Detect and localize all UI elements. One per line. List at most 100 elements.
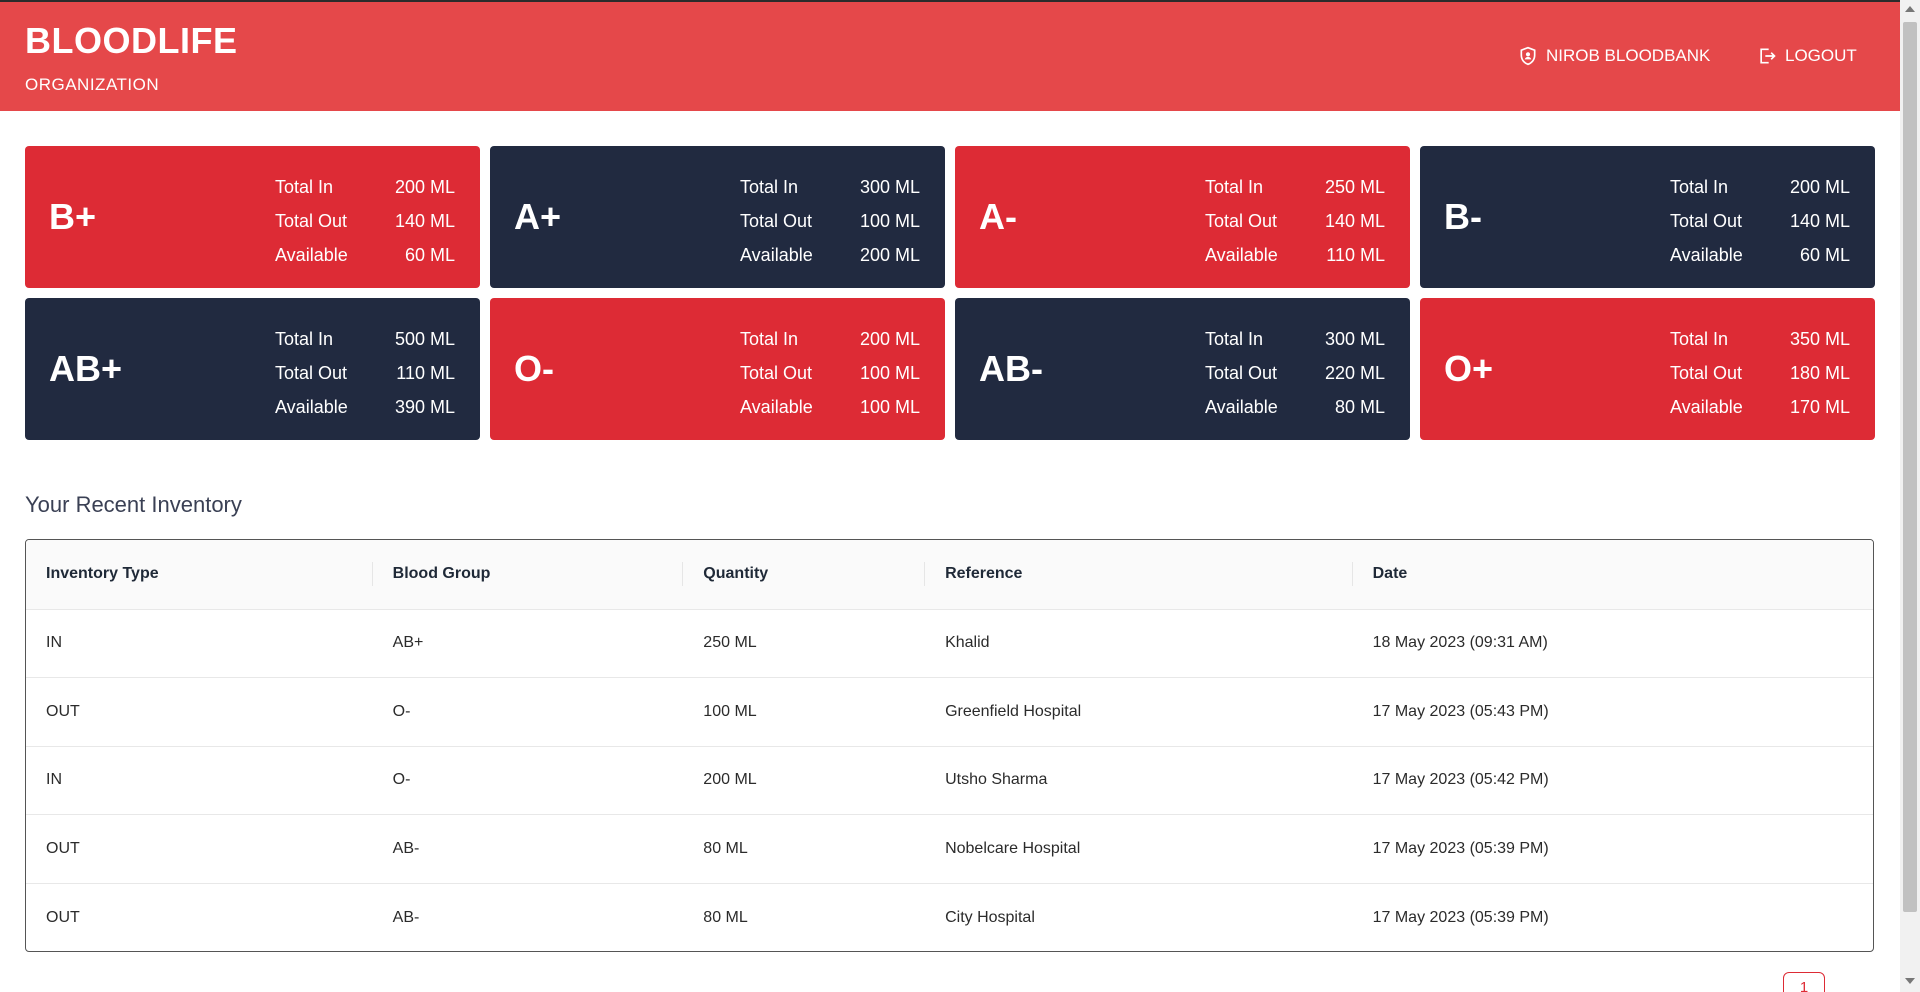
table-cell: City Hospital <box>945 908 1035 926</box>
stat-value: 300 ML <box>1324 329 1385 349</box>
stat-value: 100 ML <box>859 211 920 231</box>
card-stats: Total In 300 ML Total Out 100 ML Available 20… <box>740 170 920 272</box>
organization-name: NIROB BLOODBANK <box>1546 46 1711 65</box>
logout-label: LOGOUT <box>1785 46 1857 65</box>
table-cell: 80 ML <box>703 908 748 926</box>
blood-card: B- Total In 200 ML Total Out 140 ML Available… <box>1420 146 1875 288</box>
stat-value: 250 ML <box>1324 177 1385 197</box>
logout-icon <box>1760 48 1776 64</box>
card-stats: Total In 300 ML Total Out 220 ML Available 80… <box>1205 322 1385 424</box>
card-stats: Total In 200 ML Total Out 100 ML Available 10… <box>740 322 920 424</box>
table-cell: 17 May 2023 (05:43 PM) <box>1372 702 1549 720</box>
stat-value: 60 ML <box>1799 245 1850 265</box>
stat-label: Total Out <box>275 363 348 383</box>
table-cell: 80 ML <box>703 839 748 857</box>
table-cell: 17 May 2023 (05:39 PM) <box>1372 908 1549 926</box>
stat-total-in: Total In 500 ML <box>275 322 455 356</box>
stat-total-out: Total Out 140 ML <box>1205 204 1385 238</box>
stat-available: Available 80 ML <box>1205 390 1385 424</box>
stat-total-out: Total Out 140 ML <box>275 204 455 238</box>
organization-profile-link[interactable]: NIROB BLOODBANK <box>1518 46 1710 66</box>
stat-available: Available 60 ML <box>275 238 455 272</box>
stat-total-in: Total In 200 ML <box>1670 170 1850 204</box>
stat-value: 200 ML <box>1789 177 1850 197</box>
stat-available: Available 110 ML <box>1205 238 1385 272</box>
stat-value: 390 ML <box>394 397 455 417</box>
stat-label: Total Out <box>1670 363 1743 383</box>
scroll-thumb[interactable] <box>1903 22 1917 912</box>
stat-total-in: Total In 300 ML <box>740 170 920 204</box>
stat-label: Available <box>1205 397 1278 417</box>
card-stats: Total In 200 ML Total Out 140 ML Available 60… <box>275 170 455 272</box>
table-cell: OUT <box>46 702 80 720</box>
stat-value: 100 ML <box>859 363 920 383</box>
blood-card: B+ Total In 200 ML Total Out 140 ML Available… <box>25 146 480 288</box>
stat-value: 170 ML <box>1789 397 1850 417</box>
stat-value: 60 ML <box>404 245 455 265</box>
section-title: Your Recent Inventory <box>25 492 242 517</box>
table-cell: Greenfield Hospital <box>945 702 1082 720</box>
stat-label: Total In <box>1205 177 1264 197</box>
stat-available: Available 100 ML <box>740 390 920 424</box>
stat-label: Total In <box>1670 329 1729 349</box>
table-row: OUT AB- 80 ML City Hospital 17 May 2023 (05:… <box>26 883 1873 951</box>
shield-user-icon <box>1520 46 1536 66</box>
blood-group-label: B- <box>1444 196 1482 237</box>
scroll-down-arrow-icon[interactable] <box>1905 978 1915 984</box>
stat-total-in: Total In 350 ML <box>1670 322 1850 356</box>
column-header[interactable]: Date <box>1353 540 1873 609</box>
card-stats: Total In 250 ML Total Out 140 ML Available 11… <box>1205 170 1385 272</box>
stat-total-out: Total Out 110 ML <box>275 356 455 390</box>
blood-card: AB+ Total In 500 ML Total Out 110 ML Availabl… <box>25 298 480 440</box>
stat-label: Total Out <box>1205 211 1278 231</box>
stat-available: Available 60 ML <box>1670 238 1850 272</box>
table-cell: AB- <box>392 839 420 857</box>
scroll-up-arrow-icon[interactable] <box>1905 6 1915 12</box>
blood-card: A+ Total In 300 ML Total Out 100 ML Available… <box>490 146 945 288</box>
inventory-table: Inventory Type Blood Group Quantity Referen… <box>25 539 1874 952</box>
table-cell: IN <box>46 634 62 652</box>
table-cell: OUT <box>46 839 80 857</box>
table-row: OUT O- 100 ML Greenfield Hospital 17 May 202… <box>26 677 1873 747</box>
stat-value: 140 ML <box>1789 211 1850 231</box>
stat-label: Available <box>1670 397 1743 417</box>
blood-group-label: A- <box>979 196 1017 237</box>
column-header[interactable]: Quantity <box>683 540 926 609</box>
stat-label: Total Out <box>740 363 813 383</box>
stat-label: Total In <box>1670 177 1729 197</box>
blood-group-label: AB+ <box>49 348 123 389</box>
vertical-scrollbar[interactable] <box>1900 0 1920 992</box>
table-row: OUT AB- 80 ML Nobelcare Hospital 17 May 2023… <box>26 814 1873 884</box>
stat-total-in: Total In 200 ML <box>275 170 455 204</box>
table-row: IN O- 200 ML Utsho Sharma 17 May 2023 (05:42… <box>26 746 1873 815</box>
table-header-row: Inventory Type Blood Group Quantity Referen… <box>26 540 1873 609</box>
column-header[interactable]: Reference <box>925 540 1353 609</box>
stat-label: Available <box>1670 245 1743 265</box>
blood-group-label: A+ <box>514 196 562 237</box>
top-header: BLOODLIFE ORGANIZATION NIROB BLOODBANK L… <box>0 0 1900 111</box>
table-cell: IN <box>46 771 62 789</box>
blood-group-cards: B+ Total In 200 ML Total Out 140 ML Available… <box>25 146 1875 440</box>
stat-value: 220 ML <box>1324 363 1385 383</box>
stat-available: Available 200 ML <box>740 238 920 272</box>
blood-group-label: O+ <box>1444 348 1494 389</box>
table-cell: 200 ML <box>703 771 757 789</box>
stat-label: Total In <box>275 177 334 197</box>
table-cell: 17 May 2023 (05:42 PM) <box>1372 771 1549 789</box>
stat-value: 200 ML <box>859 329 920 349</box>
stat-value: 110 ML <box>1326 245 1385 265</box>
stat-label: Total In <box>740 329 799 349</box>
pagination-page-button[interactable]: 1 <box>1783 972 1825 992</box>
column-header[interactable]: Inventory Type <box>26 540 373 609</box>
column-header[interactable]: Blood Group <box>373 540 684 609</box>
logout-button[interactable]: LOGOUT <box>1757 46 1857 66</box>
blood-card: A- Total In 250 ML Total Out 140 ML Available… <box>955 146 1410 288</box>
stat-label: Available <box>740 245 813 265</box>
blood-group-label: AB- <box>979 348 1043 389</box>
stat-value: 180 ML <box>1789 363 1850 383</box>
table-cell: 250 ML <box>703 634 757 652</box>
table-row: IN AB+ 250 ML Khalid 18 May 2023 (09:31 AM) <box>26 609 1873 678</box>
stat-value: 350 ML <box>1789 329 1850 349</box>
stat-label: Available <box>740 397 813 417</box>
stat-value: 500 ML <box>394 329 455 349</box>
